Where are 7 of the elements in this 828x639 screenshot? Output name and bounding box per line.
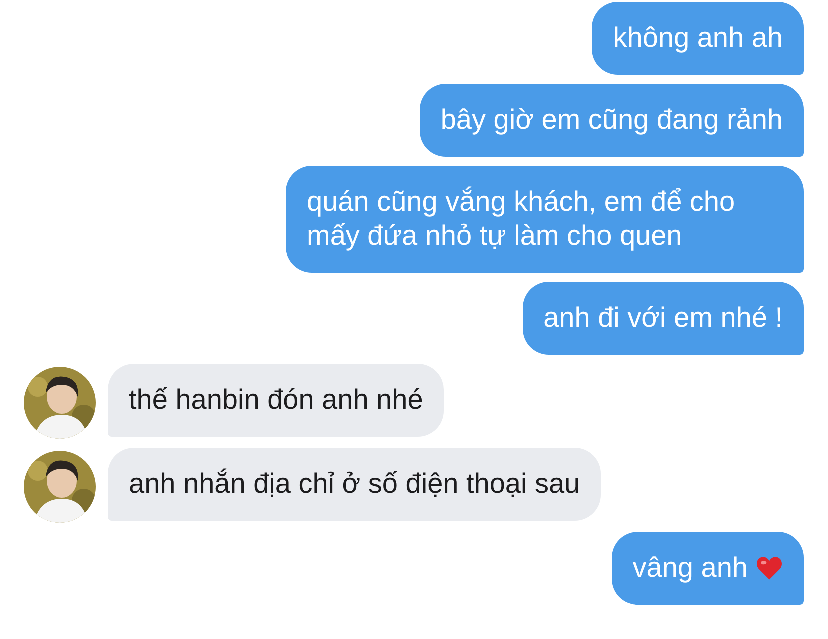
message-text: anh đi với em nhé ! <box>544 301 783 335</box>
message-text: vâng anh <box>632 551 748 585</box>
message-text: bây giờ em cũng đang rảnh <box>440 103 783 137</box>
message-text: thế hanbin đón anh nhé <box>129 383 424 417</box>
message-text: không anh ah <box>613 21 783 55</box>
message-text: quán cũng vắng khách, em để cho mấy đứa nhỏ tự làm cho quen <box>307 185 736 253</box>
message-text: anh nhắn địa chỉ ở số điện thoại sau <box>129 467 580 501</box>
